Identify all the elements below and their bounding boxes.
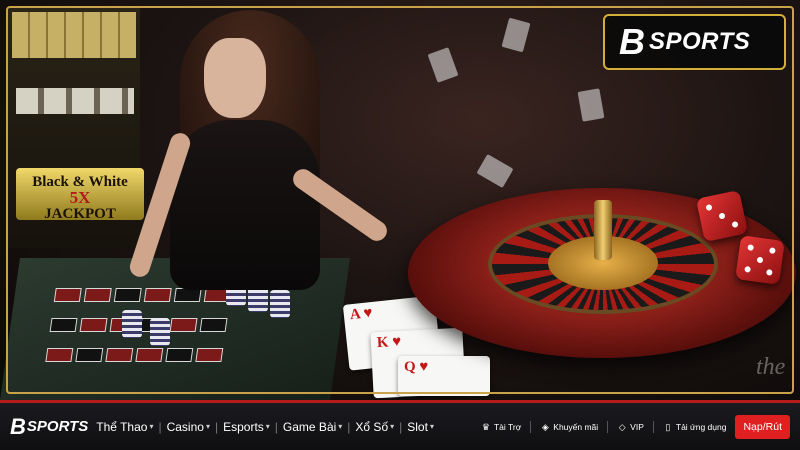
red-die — [695, 189, 749, 243]
nav-item-game-bai[interactable]: Game Bài ▾ — [283, 420, 342, 434]
util-khuyen-mai[interactable]: ◈ Khuyến mãi — [540, 422, 598, 432]
util-label: Khuyến mãi — [553, 421, 599, 432]
util-divider — [652, 420, 654, 433]
dealer-figure — [127, 10, 391, 350]
nav-separator: | — [214, 419, 219, 434]
nav-item-label: Xổ Số — [355, 419, 389, 434]
nav-item-casino[interactable]: Casino ▾ — [167, 420, 210, 434]
nav-item-label: Thể Thao — [96, 419, 148, 434]
dealer-body — [170, 120, 320, 290]
brand-badge: B SPORTS — [603, 14, 786, 70]
nav-item-label: Esports — [223, 419, 264, 434]
chevron-down-icon: ▾ — [429, 422, 434, 431]
jackpot-line3: JACKPOT — [44, 206, 116, 222]
chevron-down-icon: ▾ — [205, 422, 210, 431]
nav-utilities: ♛ Tài Trợ ◈ Khuyến mãi ◇ VIP ▯ Tải ứng d… — [481, 414, 790, 439]
util-vip[interactable]: ◇ VIP — [617, 422, 644, 432]
nav-separator: | — [274, 419, 278, 434]
watermark-text: the — [756, 354, 786, 380]
red-die — [735, 235, 785, 285]
nav-separator: | — [158, 419, 162, 434]
floating-card — [427, 47, 459, 83]
nav-item-xo-so[interactable]: Xổ Số ▾ — [355, 420, 394, 434]
main-nav-bar: B SPORTS Thể Thao ▾ | Casino ▾ | Esports… — [0, 400, 800, 450]
nav-logo[interactable]: B SPORTS — [10, 413, 89, 439]
sponsor-icon: ♛ — [481, 421, 490, 432]
phone-icon: ▯ — [665, 421, 671, 432]
brand-b-logo-icon: B — [619, 21, 645, 62]
brand-badge-text: SPORTS — [649, 28, 751, 55]
slot-machine-image: Black & White 5X JACKPOT — [8, 8, 144, 248]
roulette-spindle — [594, 200, 612, 260]
nav-item-label: Game Bài — [282, 419, 337, 434]
chevron-down-icon: ▾ — [390, 422, 395, 431]
hero-banner: Black & White 5X JACKPOT A ♥ K ♥ Q ♥ the… — [0, 0, 800, 400]
util-tai-ung-dung[interactable]: ▯ Tải ứng dụng — [663, 421, 727, 432]
chevron-down-icon: ▾ — [338, 422, 343, 431]
deposit-withdraw-button[interactable]: Nạp/Rút — [735, 414, 790, 439]
util-divider — [607, 420, 609, 433]
nav-separator: | — [399, 419, 403, 434]
floating-card — [476, 153, 514, 189]
nav-item-label: Slot — [407, 419, 428, 434]
util-divider — [530, 420, 532, 433]
nav-item-label: Casino — [166, 419, 204, 434]
jackpot-line2: 5X — [69, 188, 91, 207]
floating-card — [501, 17, 531, 53]
nav-b-logo-icon: B — [10, 413, 26, 439]
chevron-down-icon: ▾ — [265, 422, 270, 431]
nav-item-esports[interactable]: Esports ▾ — [223, 420, 270, 434]
util-label: Tài Trợ — [493, 421, 522, 432]
card-label: A ♥ — [349, 304, 374, 324]
slot-reels-top — [12, 12, 136, 58]
jackpot-sign: Black & White 5X JACKPOT — [16, 168, 144, 222]
card-label: K ♥ — [376, 333, 402, 352]
nav-menu: Thể Thao ▾ | Casino ▾ | Esports ▾ | Game… — [96, 420, 434, 434]
chip-stack — [122, 310, 142, 338]
chevron-down-icon: ▾ — [149, 422, 154, 431]
slot-reels-mid — [16, 88, 134, 114]
nav-item-slot[interactable]: Slot ▾ — [407, 420, 434, 434]
dealer-face — [204, 38, 266, 118]
floating-card — [577, 88, 605, 122]
tag-icon: ◈ — [541, 421, 549, 432]
util-label: Tải ứng dụng — [675, 421, 727, 432]
diamond-icon: ◇ — [618, 421, 626, 432]
playing-card: Q ♥ — [398, 356, 490, 396]
util-label: VIP — [630, 421, 644, 432]
card-label: Q ♥ — [404, 359, 429, 375]
nav-separator: | — [347, 419, 351, 434]
nav-logo-text: SPORTS — [26, 418, 89, 435]
nav-item-the-thao[interactable]: Thể Thao ▾ — [96, 420, 153, 434]
util-tai-tro[interactable]: ♛ Tài Trợ — [481, 422, 521, 432]
